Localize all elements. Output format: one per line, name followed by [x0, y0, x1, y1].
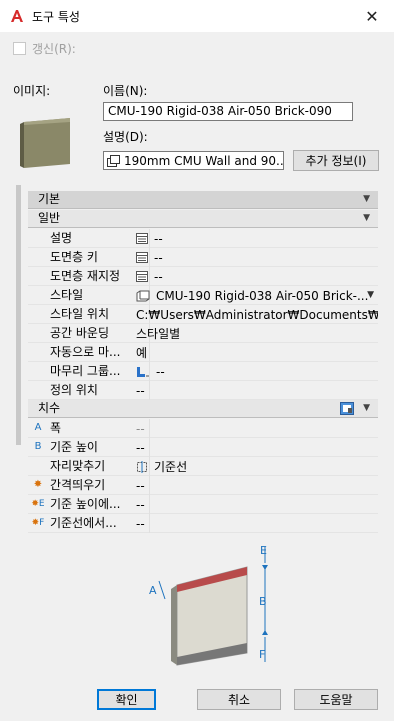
category-general[interactable]: 일반 ▼	[28, 210, 378, 228]
prop-value: 스타일별	[136, 326, 181, 341]
prop-name: 기준 높이에...	[50, 495, 150, 514]
prop-name: 폭	[50, 419, 150, 438]
name-field[interactable]: CMU-190 Rigid-038 Air-050 Brick-090	[103, 102, 353, 121]
collapse-icon[interactable]: ▼	[363, 400, 370, 417]
cancel-button[interactable]: 취소	[197, 689, 281, 710]
prop-row-justify[interactable]: 자리맞추기 기준선	[28, 457, 378, 476]
category-general-label: 일반	[38, 211, 61, 225]
prop-row-base-height[interactable]: B 기준 높이 --	[28, 438, 378, 457]
dim-key: B	[34, 441, 42, 452]
dim-key-asterisk-icon: ✸	[33, 479, 43, 490]
prop-value: C:₩Users₩Administrator₩Documents₩A...	[136, 307, 378, 322]
category-basic-label: 기본	[38, 192, 61, 206]
dim-key: A	[34, 422, 42, 433]
category-dimension[interactable]: 치수 ▼	[28, 400, 378, 418]
autocad-logo-icon	[11, 10, 23, 22]
prop-row-space-bounding[interactable]: 공간 바운딩 스타일별	[28, 324, 378, 343]
prop-value: --	[136, 516, 145, 531]
prop-row-base-height-offset[interactable]: ✸E 기준 높이에... --	[28, 495, 378, 514]
prop-row-style-location[interactable]: 스타일 위치 C:₩Users₩Administrator₩Documents₩…	[28, 305, 378, 324]
prop-row-layer-key[interactable]: 도면층 키 --	[28, 248, 378, 267]
prop-name: 도면층 키	[50, 248, 150, 267]
prop-row-finish-group[interactable]: 마무리 그룹... --	[28, 362, 378, 381]
prop-value: --	[136, 478, 145, 493]
category-basic[interactable]: 기본 ▼	[28, 191, 378, 209]
prop-name: 스타일	[50, 286, 150, 305]
more-info-button[interactable]: 추가 정보(I)	[293, 150, 379, 171]
prop-value: 예	[136, 345, 148, 360]
prop-value: --	[136, 497, 145, 512]
window-title: 도구 특성	[32, 10, 80, 24]
prop-row-definition-location[interactable]: 정의 위치 --	[28, 381, 378, 400]
table-icon[interactable]	[136, 252, 148, 263]
dimension-diagram-icon[interactable]	[340, 402, 354, 415]
prop-value: 기준선	[154, 459, 188, 474]
dim-key: ✸F	[31, 518, 45, 528]
prop-row-auto[interactable]: 자동으로 마... 예	[28, 343, 378, 362]
prop-name: 공간 바운딩	[50, 324, 150, 343]
prop-name: 간격띄우기	[50, 476, 150, 495]
dim-key-letter: E	[38, 499, 45, 509]
dropdown-arrow-icon[interactable]: ▼	[367, 286, 374, 304]
dim-key: ✸E	[31, 499, 45, 509]
help-button[interactable]: 도움말	[294, 689, 378, 710]
diagram-label-a: A	[149, 584, 157, 597]
wall-style-icon	[136, 290, 150, 301]
prop-value: --	[136, 440, 145, 455]
category-dimension-label: 치수	[38, 401, 61, 415]
prop-row-width[interactable]: A 폭 --	[28, 419, 378, 438]
prop-row-baseline-offset[interactable]: ✸F 기준선에서... --	[28, 514, 378, 533]
diagram-label-b: B	[259, 595, 267, 608]
text-editor-icon	[107, 154, 120, 167]
close-button[interactable]: ✕	[350, 0, 394, 32]
close-icon: ✕	[365, 6, 379, 26]
cleanup-group-icon[interactable]	[136, 366, 150, 378]
prop-value: --	[154, 231, 163, 246]
refresh-checkbox-row[interactable]: 갱신(R):	[13, 40, 76, 57]
prop-name: 기준선에서...	[50, 514, 150, 533]
ok-button[interactable]: 확인	[97, 689, 156, 710]
image-label: 이미지:	[13, 84, 51, 98]
prop-value: --	[136, 383, 145, 398]
table-icon[interactable]	[136, 233, 148, 244]
prop-name: 설명	[50, 229, 150, 248]
prop-row-description[interactable]: 설명 --	[28, 229, 378, 248]
wall-dimension-diagram: E B F A	[149, 544, 268, 666]
prop-name: 기준 높이	[50, 438, 150, 457]
prop-name: 마무리 그룹...	[50, 362, 150, 381]
description-label: 설명(D):	[103, 130, 148, 144]
prop-name: 자동으로 마...	[50, 343, 150, 362]
prop-value: --	[154, 250, 163, 265]
title-bar: 도구 특성 ✕	[0, 0, 394, 32]
description-value: 190mm CMU Wall and 90...	[124, 153, 284, 168]
prop-row-offset[interactable]: ✸ 간격띄우기 --	[28, 476, 378, 495]
collapse-icon[interactable]: ▼	[363, 191, 370, 208]
description-field[interactable]: 190mm CMU Wall and 90...	[103, 151, 284, 170]
prop-value: CMU-190 Rigid-038 Air-050 Brick-...	[156, 288, 369, 303]
prop-row-layer-override[interactable]: 도면층 재지정 --	[28, 267, 378, 286]
prop-name: 스타일 위치	[50, 305, 150, 324]
wall-thumbnail-image	[20, 118, 70, 168]
refresh-checkbox[interactable]	[13, 42, 26, 55]
dim-key-letter: F	[39, 518, 45, 528]
diagram-label-e: E	[260, 544, 267, 557]
diagram-label-f: F	[259, 648, 265, 661]
table-icon[interactable]	[136, 271, 148, 282]
prop-value: --	[154, 269, 163, 284]
justify-baseline-icon	[137, 460, 147, 473]
prop-value: --	[136, 421, 145, 436]
refresh-label: 갱신(R):	[32, 42, 76, 56]
name-label: 이름(N):	[103, 84, 148, 98]
collapse-icon[interactable]: ▼	[363, 210, 370, 227]
dim-key	[28, 457, 48, 476]
prop-row-style[interactable]: 스타일 CMU-190 Rigid-038 Air-050 Brick-... …	[28, 286, 378, 305]
prop-name: 정의 위치	[50, 381, 150, 400]
prop-name: 도면층 재지정	[50, 267, 150, 286]
prop-name: 자리맞추기	[50, 457, 150, 476]
grid-scrollbar[interactable]	[16, 185, 21, 445]
prop-value: --	[156, 364, 165, 379]
